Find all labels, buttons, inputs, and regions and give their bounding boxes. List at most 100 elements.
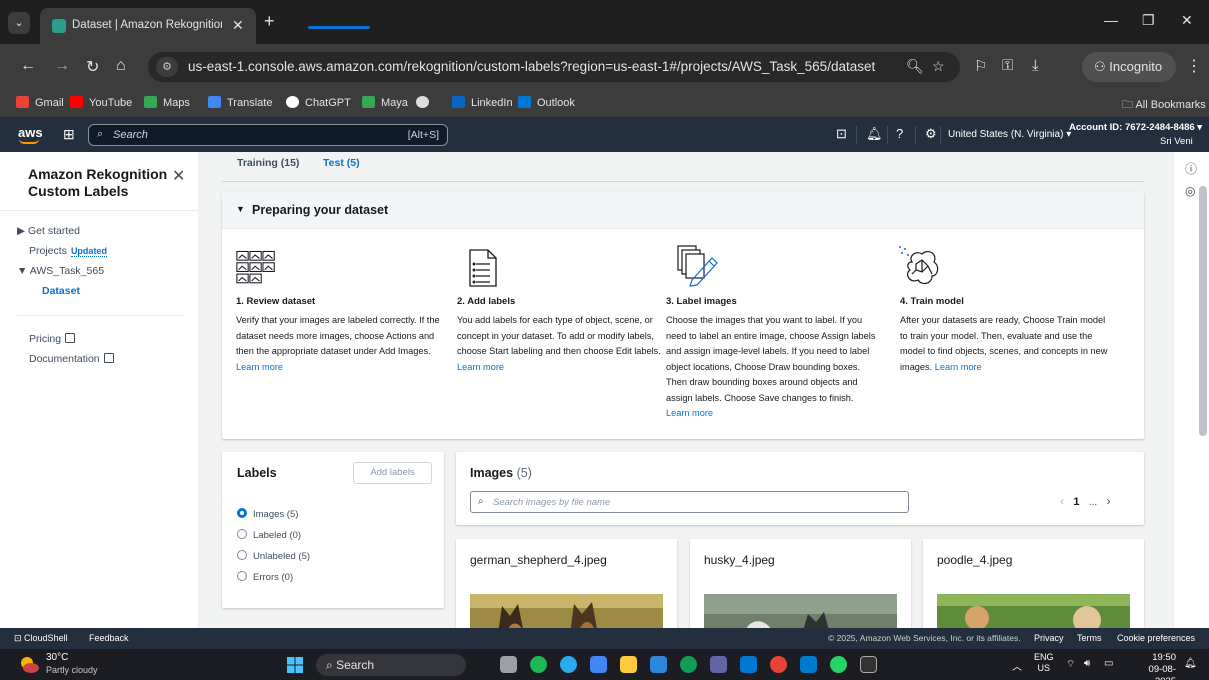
sidebar-item-pricing[interactable]: Pricing <box>29 333 76 345</box>
add-labels-button[interactable]: Add labels <box>353 462 432 484</box>
bookmark-chatgpt[interactable]: ChatGPT <box>286 96 351 109</box>
image-file-name[interactable]: german_shepherd_4.jpeg <box>470 553 607 567</box>
husky-thumbnail[interactable] <box>704 594 897 628</box>
terms-link[interactable]: Terms <box>1077 633 1102 643</box>
restore-icon[interactable]: ❐ <box>1142 12 1155 29</box>
close-sidebar-icon[interactable]: ✕ <box>172 166 185 186</box>
browser-tab-active[interactable]: Dataset | Amazon Rekognition Custo ✕ <box>40 8 256 44</box>
weather-icon[interactable] <box>18 654 40 674</box>
tab-close-icon[interactable]: ✕ <box>232 17 244 34</box>
account-menu[interactable]: Account ID: 7672-2484-8486 ▾ <box>1069 122 1202 133</box>
notification-bell-icon[interactable]: 🔔︎ <box>1184 658 1197 669</box>
services-grid-icon[interactable]: ⊞ <box>63 126 75 143</box>
page-scrollbar[interactable] <box>1199 186 1207 436</box>
step-2-learn-more-link[interactable]: Learn more <box>457 362 504 372</box>
sidebar-item-dataset[interactable]: Dataset <box>42 285 80 297</box>
info-icon[interactable]: ⓘ <box>1185 160 1197 177</box>
notifications-bell-icon[interactable]: 🔔︎ <box>866 126 883 142</box>
weather-desc[interactable]: Partly cloudy <box>46 665 98 675</box>
previous-page-icon[interactable]: ‹ <box>1060 494 1064 508</box>
privacy-link[interactable]: Privacy <box>1034 633 1064 643</box>
region-selector[interactable]: United States (N. Virginia) ▾ <box>948 129 1071 140</box>
minimize-icon[interactable]: — <box>1104 12 1118 28</box>
edge-icon[interactable] <box>680 656 697 673</box>
vscode-icon[interactable] <box>800 656 817 673</box>
back-icon[interactable]: ← <box>20 57 36 75</box>
sidebar-item-get-started[interactable]: ▶ Get started <box>17 225 80 237</box>
help-panel-icon[interactable]: ◎ <box>1185 184 1195 198</box>
tab-test[interactable]: Test (5) <box>323 157 360 169</box>
help-icon[interactable]: ? <box>896 126 903 141</box>
bookmark-maya[interactable]: Maya <box>362 96 408 109</box>
image-search-input[interactable]: ⌕ Search images by file name <box>470 491 909 513</box>
site-info-icon[interactable]: ⚙ <box>156 57 178 77</box>
url-text[interactable]: us-east-1.console.aws.amazon.com/rekogni… <box>188 59 875 74</box>
radio-icon[interactable] <box>237 529 247 539</box>
image-file-name[interactable]: poodle_4.jpeg <box>937 553 1012 567</box>
zoom-icon[interactable]: 🔍︎ <box>906 58 924 75</box>
settings-gear-icon[interactable]: ⚙ <box>925 126 937 142</box>
sidebar-title[interactable]: Amazon Rekognition Custom Labels <box>28 166 168 200</box>
image-card[interactable]: husky_4.jpeg <box>690 539 911 628</box>
volume-icon[interactable]: 🔊︎ <box>1084 658 1090 669</box>
cloudshell-link[interactable]: ⊡ CloudShell <box>14 633 68 644</box>
bookmark-star-icon[interactable]: ☆ <box>932 58 945 75</box>
window-close-icon[interactable]: ✕ <box>1181 12 1193 29</box>
preparing-dataset-header[interactable]: ▼ Preparing your dataset <box>222 192 1144 229</box>
bookmark-maps[interactable]: Maps <box>144 96 190 109</box>
photos-icon[interactable] <box>590 656 607 673</box>
image-card[interactable]: german_shepherd_4.jpeg <box>456 539 677 628</box>
terminal-icon[interactable] <box>860 656 877 673</box>
feedback-link[interactable]: Feedback <box>89 633 129 643</box>
sidebar-item-project[interactable]: ▼ AWS_Task_565 <box>17 265 104 277</box>
new-tab-button[interactable]: + <box>264 11 275 32</box>
whatsapp-icon[interactable] <box>830 656 847 673</box>
bookmark-youtube[interactable]: YouTube <box>70 96 132 109</box>
sidebar-item-projects[interactable]: Projects Updated <box>29 245 107 257</box>
password-key-icon[interactable]: ⚿ <box>1002 57 1013 74</box>
all-bookmarks[interactable]: 🗀 All Bookmarks <box>1122 96 1206 115</box>
tab-search-button[interactable]: ⌄ <box>8 12 30 34</box>
step-4-learn-more-link[interactable]: Learn more <box>935 362 982 372</box>
tab-training[interactable]: Training (15) <box>237 157 299 169</box>
forward-icon[interactable]: → <box>54 57 70 75</box>
address-bar[interactable]: ⚙ us-east-1.console.aws.amazon.com/rekog… <box>148 52 960 82</box>
filter-unlabeled[interactable]: Unlabeled (5) <box>237 550 310 562</box>
filter-labeled[interactable]: Labeled (0) <box>237 529 301 541</box>
windows-start-icon[interactable] <box>287 657 303 673</box>
bookmark-gmail[interactable]: Gmail <box>16 96 64 109</box>
filter-errors[interactable]: Errors (0) <box>237 571 293 583</box>
step-1-learn-more-link[interactable]: Learn more <box>236 362 283 372</box>
radio-selected-icon[interactable] <box>237 508 247 518</box>
home-icon[interactable]: ⌂ <box>116 57 126 75</box>
next-page-icon[interactable]: › <box>1107 494 1111 508</box>
incognito-badge[interactable]: ⚇ Incognito <box>1082 52 1176 82</box>
aws-search-input[interactable]: ⌕ Search [Alt+S] <box>88 124 448 146</box>
clock[interactable]: 19:5009-08-2025 <box>1130 652 1176 680</box>
file-explorer-icon[interactable] <box>620 656 637 673</box>
incognito-extension-icon[interactable]: ⚐ <box>974 57 987 75</box>
cookie-preferences-link[interactable]: Cookie preferences <box>1117 633 1195 643</box>
task-view-icon[interactable] <box>500 656 517 673</box>
radio-icon[interactable] <box>237 571 247 581</box>
download-icon[interactable]: ⤓ <box>1032 57 1039 74</box>
teams-icon[interactable] <box>710 656 727 673</box>
browser-menu-icon[interactable]: ⋮ <box>1186 56 1202 76</box>
spotify-icon[interactable] <box>530 656 547 673</box>
sidebar-item-documentation[interactable]: Documentation <box>29 353 114 365</box>
taskbar-search[interactable]: ⌕ Search <box>316 654 466 676</box>
step-3-learn-more-link[interactable]: Learn more <box>666 408 713 418</box>
filter-images[interactable]: Images (5) <box>237 508 298 520</box>
current-page[interactable]: 1 <box>1073 496 1079 508</box>
outlook-icon[interactable] <box>740 656 757 673</box>
bookmark-linkedin-icon-only[interactable] <box>416 96 435 109</box>
image-card[interactable]: poodle_4.jpeg <box>923 539 1144 628</box>
wifi-icon[interactable]: ⌔ <box>1066 658 1075 671</box>
tray-overflow-icon[interactable]: ︿ <box>1012 658 1022 673</box>
bookmark-linkedin[interactable]: LinkedIn <box>452 96 513 109</box>
notepad-icon[interactable] <box>650 656 667 673</box>
battery-icon[interactable]: ▭ <box>1104 658 1113 669</box>
image-file-name[interactable]: husky_4.jpeg <box>704 553 775 567</box>
radio-icon[interactable] <box>237 550 247 560</box>
weather-temp[interactable]: 30°C <box>46 652 68 663</box>
